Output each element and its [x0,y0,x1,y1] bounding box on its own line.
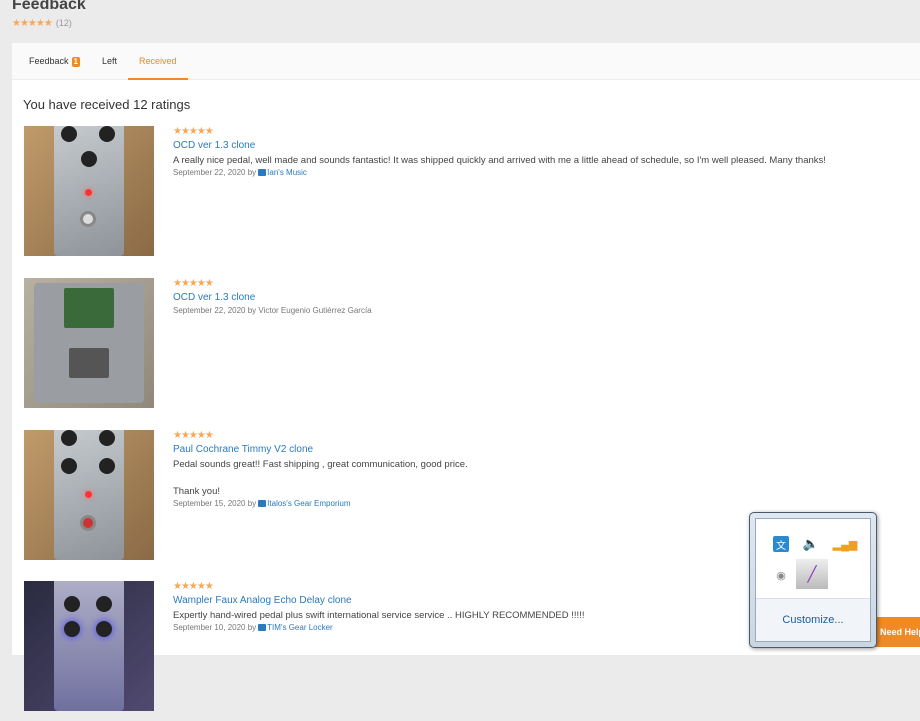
rating-count: (12) [55,18,72,28]
review-date: September 22, 2020 by Victor Eugenio Gut… [173,306,372,315]
customize-link[interactable]: Customize... [756,599,870,641]
tab-bar: Feedback 1 Left Received [12,43,920,80]
review-body: A really nice pedal, well made and sound… [173,155,826,166]
author-link[interactable]: Ian's Music [267,168,307,177]
need-help-button[interactable]: Need Help [872,617,920,647]
shop-icon [258,624,267,632]
review-date: September 22, 2020 by [173,168,257,178]
shop-icon [258,169,267,177]
language-bar-icon[interactable]: 文 [773,536,789,552]
section-heading: You have received 12 ratings [23,97,191,112]
product-link[interactable]: OCD ver 1.3 clone [173,292,372,303]
page-title: Feedback [12,0,86,13]
review-meta: September 10, 2020 by TIM's Gear Locker [173,623,584,632]
product-link[interactable]: Paul Cochrane Timmy V2 clone [173,444,468,455]
review-stars: ★★★★★ [173,278,214,289]
tab-received[interactable]: Received [128,43,188,80]
review-date: September 15, 2020 by [173,498,257,508]
rating-stars: ★★★★★ [12,18,53,29]
review-date: September 10, 2020 by [173,623,257,633]
product-link[interactable]: Wampler Faux Analog Echo Delay clone [173,595,584,606]
review-body: Pedal sounds great!! Fast shipping , gre… [173,459,468,497]
product-image[interactable] [24,126,154,256]
product-image[interactable] [24,581,154,711]
tab-left[interactable]: Left [91,43,128,79]
review-body: Expertly hand-wired pedal plus swift int… [173,610,585,621]
product-image[interactable] [24,278,154,408]
network-signal-icon[interactable]: ▂▄▆ [833,533,858,555]
review-stars: ★★★★★ [173,126,214,137]
system-tray-overflow: 文 🔈 ▂▄▆ ◉ ╱ Customize... [749,512,877,648]
product-link[interactable]: OCD ver 1.3 clone [173,140,826,151]
review-item: ★★★★★ OCD ver 1.3 clone A really nice peda… [24,126,904,266]
count-badge: 1 [71,57,80,67]
review-stars: ★★★★★ [173,430,214,441]
tab-label: Feedback [29,56,69,66]
tab-feedback[interactable]: Feedback 1 [18,43,91,79]
review-meta: September 22, 2020 by Ian's Music [173,168,826,177]
webcam-icon[interactable]: ◉ [770,564,792,586]
author-link[interactable]: TIM's Gear Locker [267,623,333,632]
review-stars: ★★★★★ [173,581,214,592]
review-meta: September 22, 2020 by Victor Eugenio Gut… [173,306,372,315]
volume-icon[interactable]: 🔈 [800,533,822,555]
shop-icon [258,499,267,507]
review-item: ★★★★★ OCD ver 1.3 clone September 22, 2020… [24,278,904,418]
author-link[interactable]: Italos's Gear Emporium [267,499,350,508]
overall-rating: ★★★★★ (12) [12,18,72,29]
pen-tablet-icon[interactable]: ╱ [796,559,828,589]
product-image[interactable] [24,430,154,560]
review-meta: September 15, 2020 by Italos's Gear Empor… [173,499,468,508]
